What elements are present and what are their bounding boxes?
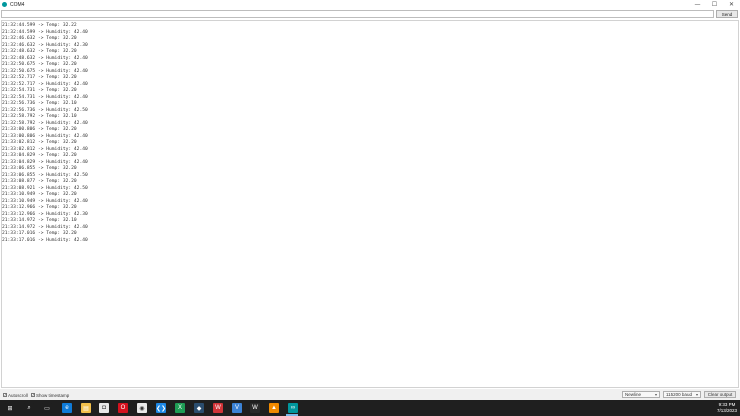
maximize-button[interactable]: ☐ bbox=[706, 0, 723, 9]
edge-icon[interactable]: e bbox=[62, 403, 72, 413]
send-button[interactable]: Send bbox=[716, 10, 738, 18]
window-controls: — ☐ ✕ bbox=[689, 0, 740, 9]
timestamp-toggle[interactable]: ✓ Show timestamp bbox=[31, 392, 69, 398]
serial-output[interactable]: 21:32:44.599 -> Temp: 32.22 21:32:44.599 … bbox=[1, 20, 739, 388]
log-list: 21:32:44.599 -> Temp: 32.22 21:32:44.599 … bbox=[2, 21, 738, 244]
winamp-icon[interactable]: W bbox=[250, 403, 260, 413]
autoscroll-toggle[interactable]: ✓ Autoscroll bbox=[3, 392, 28, 398]
arduino-icon bbox=[2, 2, 7, 7]
baud-value: 115200 baud bbox=[666, 392, 692, 397]
wps-icon[interactable]: V bbox=[232, 403, 242, 413]
file-explorer-icon[interactable]: ▤ bbox=[81, 403, 91, 413]
vlc-icon[interactable]: ▲ bbox=[269, 403, 279, 413]
clear-output-button[interactable]: Clear output bbox=[704, 391, 736, 398]
title-bar: COM4 — ☐ ✕ bbox=[0, 0, 740, 9]
chevron-down-icon: ▾ bbox=[654, 392, 657, 397]
msedge-dev-icon[interactable]: ◆ bbox=[194, 403, 204, 413]
search-icon[interactable]: ⌕ bbox=[24, 403, 34, 413]
excel-icon[interactable]: X bbox=[175, 403, 185, 413]
opera-icon[interactable]: O bbox=[118, 403, 128, 413]
timestamp-checkbox[interactable]: ✓ bbox=[31, 393, 35, 397]
message-input[interactable] bbox=[1, 10, 714, 18]
windows-start-icon[interactable]: ⊞ bbox=[5, 403, 15, 413]
send-row: Send bbox=[0, 10, 740, 19]
task-view-icon[interactable]: ▭ bbox=[42, 403, 52, 413]
bottom-toolbar: ✓ Autoscroll ✓ Show timestamp Newline ▾ … bbox=[0, 389, 740, 400]
clock-date: 7/13/2023 bbox=[716, 408, 737, 413]
autoscroll-label: Autoscroll bbox=[8, 392, 28, 398]
close-button[interactable]: ✕ bbox=[723, 0, 740, 9]
store-icon[interactable]: ◘ bbox=[99, 403, 109, 413]
vscode-icon[interactable]: ❮❯ bbox=[156, 403, 166, 413]
chrome-icon[interactable]: ◉ bbox=[137, 403, 147, 413]
window-title: COM4 bbox=[10, 1, 25, 8]
arduino-icon[interactable]: ∞ bbox=[288, 403, 298, 413]
baud-select[interactable]: 115200 baud ▾ bbox=[663, 391, 701, 398]
line-ending-select[interactable]: Newline ▾ bbox=[622, 391, 660, 398]
autoscroll-checkbox[interactable]: ✓ bbox=[3, 393, 7, 397]
system-clock[interactable]: 9:33 PM 7/13/2023 bbox=[717, 402, 737, 414]
taskbar: ⊞ ⌕ ▭ e ▤ ◘ O ◉ ❮❯ X ◆ W V W ▲ ∞ 9:33 PM 7/13/2023 bbox=[0, 400, 740, 416]
line-ending-value: Newline bbox=[625, 392, 642, 397]
chevron-down-icon: ▾ bbox=[695, 392, 698, 397]
log-line: 21:33:17.016 -> Humidity: 42.40 bbox=[2, 237, 88, 243]
minimize-button[interactable]: — bbox=[689, 0, 706, 9]
visio-icon[interactable]: W bbox=[213, 403, 223, 413]
timestamp-label: Show timestamp bbox=[36, 392, 70, 398]
